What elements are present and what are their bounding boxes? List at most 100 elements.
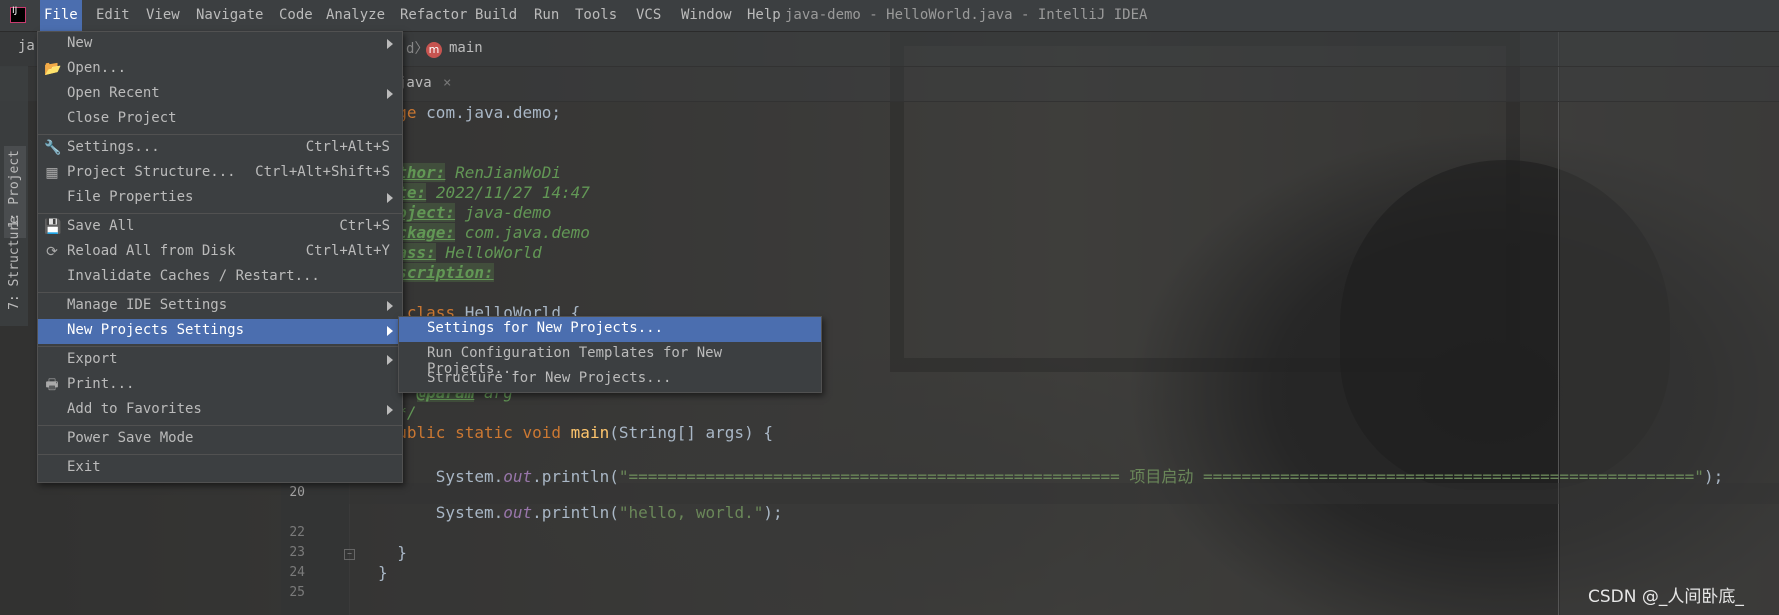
code-line: } — [378, 563, 388, 582]
file-menu-item-manage-ide-settings[interactable]: Manage IDE Settings — [38, 294, 402, 319]
submenu-arrow-icon — [387, 326, 393, 336]
new-projects-settings-submenu: Settings for New Projects... Run Configur… — [398, 316, 822, 393]
breadcrumb-project[interactable]: ja — [18, 38, 35, 54]
file-menu-item-project-structure[interactable]: ▦ Project Structure... Ctrl+Alt+Shift+S — [38, 161, 402, 186]
menu-item-label: Reload All from Disk — [67, 243, 236, 259]
fold-marker-icon[interactable]: − — [344, 549, 355, 560]
folder-icon: 📂 — [44, 61, 62, 77]
submenu-arrow-icon — [387, 89, 393, 99]
menu-item-shortcut: Ctrl+Alt+S — [305, 139, 390, 155]
code-line: System.out.println("hello, world."); — [435, 503, 783, 522]
menu-window[interactable]: Window — [677, 0, 736, 31]
submenu-arrow-icon — [387, 193, 393, 203]
submenu-arrow-icon — [387, 405, 393, 415]
file-menu-item-exit[interactable]: Exit — [38, 456, 402, 481]
code-line: Project: java-demo — [378, 203, 552, 222]
file-menu-item-save-all[interactable]: 💾 Save All Ctrl+S — [38, 215, 402, 240]
menu-edit[interactable]: Edit — [92, 0, 134, 31]
right-margin-guide — [1558, 32, 1559, 615]
menu-file[interactable]: File — [40, 0, 82, 31]
file-menu-dropdown: New 📂 Open... Open Recent Close Project 🔧 Sett… — [37, 31, 403, 483]
code-line: Date: 2022/11/27 14:47 — [378, 183, 590, 202]
submenu-item-structure-for-new-projects[interactable]: Structure for New Projects... — [399, 367, 821, 392]
menu-separator — [38, 454, 402, 455]
file-menu-item-file-properties[interactable]: File Properties — [38, 186, 402, 211]
file-menu-item-reload-all-from-disk[interactable]: ⟳ Reload All from Disk Ctrl+Alt+Y — [38, 240, 402, 265]
menu-item-shortcut: Ctrl+Alt+Shift+S — [255, 164, 390, 180]
file-menu-item-new[interactable]: New — [38, 32, 402, 57]
submenu-arrow-icon — [387, 301, 393, 311]
breadcrumb-partial[interactable]: d〉 — [406, 38, 428, 58]
line-number: 25 — [289, 585, 305, 600]
line-number: 23 — [289, 545, 305, 560]
code-line: kage com.java.demo; — [378, 103, 562, 122]
editor-tab-helloworld[interactable]: java — [398, 75, 432, 91]
file-menu-item-close-project[interactable]: Close Project — [38, 107, 402, 132]
file-menu-item-new-projects-settings[interactable]: New Projects Settings — [38, 319, 402, 344]
line-number: 24 — [289, 565, 305, 580]
menu-code[interactable]: Code — [275, 0, 317, 31]
menu-run[interactable]: Run — [530, 0, 563, 31]
menu-item-shortcut: Ctrl+S — [339, 218, 390, 234]
line-number: 22 — [289, 525, 305, 540]
structure-tool-label[interactable]: 7: Structure — [7, 216, 22, 310]
menu-item-label: Print... — [67, 376, 135, 392]
menu-analyze[interactable]: Analyze — [322, 0, 389, 31]
menu-item-label: Power Save Mode — [67, 430, 194, 446]
line-number: 20 — [289, 485, 305, 500]
file-menu-item-power-save-mode[interactable]: Power Save Mode — [38, 427, 402, 452]
menu-refactor[interactable]: Refactor — [396, 0, 471, 31]
menu-item-label: Settings... — [67, 139, 160, 155]
print-icon: 🖶 — [45, 377, 59, 393]
file-menu-item-open-recent[interactable]: Open Recent — [38, 82, 402, 107]
intellij-logo-icon — [10, 6, 26, 23]
menu-help[interactable]: Help — [743, 0, 785, 31]
menu-item-label: Invalidate Caches / Restart... — [67, 268, 320, 284]
submenu-item-settings-for-new-projects[interactable]: Settings for New Projects... — [399, 317, 821, 342]
menu-item-label: Project Structure... — [67, 164, 236, 180]
code-line: System.out.println("====================… — [435, 467, 1724, 486]
method-icon: m — [426, 42, 442, 58]
menu-navigate[interactable]: Navigate — [192, 0, 267, 31]
file-menu-item-print[interactable]: 🖶 Print... — [38, 373, 402, 398]
menu-item-label: Close Project — [67, 110, 177, 126]
save-icon: 💾 — [44, 219, 62, 235]
menu-item-label: Manage IDE Settings — [67, 297, 228, 313]
project-structure-icon: ▦ — [45, 165, 59, 181]
left-tool-strip: 1: Project 7: Structure — [0, 66, 28, 326]
submenu-arrow-icon — [387, 355, 393, 365]
menu-separator — [38, 425, 402, 426]
menu-item-label: Open Recent — [67, 85, 160, 101]
window-title: java-demo - HelloWorld.java - IntelliJ I… — [785, 7, 1148, 23]
menu-separator — [38, 213, 402, 214]
menu-item-label: Exit — [67, 459, 101, 475]
code-line: public static void main(String[] args) { — [387, 423, 773, 442]
file-menu-item-settings[interactable]: 🔧 Settings... Ctrl+Alt+S — [38, 136, 402, 161]
file-menu-item-open[interactable]: 📂 Open... — [38, 57, 402, 82]
submenu-item-label: Structure for New Projects... — [427, 370, 672, 386]
file-menu-item-invalidate-caches-restart[interactable]: Invalidate Caches / Restart... — [38, 265, 402, 290]
code-line: Author: RenJianWoDi — [378, 163, 562, 182]
watermark: CSDN @_人间卧底_ — [1588, 587, 1744, 607]
menu-separator — [38, 346, 402, 347]
wrench-icon: 🔧 — [44, 140, 62, 156]
menu-item-label: Save All — [67, 218, 135, 234]
menu-separator — [38, 134, 402, 135]
menu-item-label: Open... — [67, 60, 127, 76]
tab-close-icon[interactable]: × — [443, 75, 451, 91]
menu-view[interactable]: View — [142, 0, 184, 31]
submenu-item-label: Settings for New Projects... — [427, 320, 664, 336]
code-line: Package: com.java.demo — [378, 223, 590, 242]
menu-item-label: New — [67, 35, 93, 51]
menu-vcs[interactable]: VCS — [632, 0, 665, 31]
code-line: } — [397, 543, 407, 562]
breadcrumb-method[interactable]: main — [449, 40, 483, 56]
file-menu-item-export[interactable]: Export — [38, 348, 402, 373]
menu-item-label: Export — [67, 351, 118, 367]
menu-build[interactable]: Build — [471, 0, 521, 31]
menu-item-shortcut: Ctrl+Alt+Y — [305, 243, 390, 259]
submenu-item-run-configuration-templates-for-new-projects[interactable]: Run Configuration Templates for New Proj… — [399, 342, 821, 377]
menu-tools[interactable]: Tools — [571, 0, 621, 31]
file-menu-item-add-to-favorites[interactable]: Add to Favorites — [38, 398, 402, 423]
menu-bar: File Edit View Navigate CodeAnalyzeRefactorB… — [0, 0, 1779, 32]
